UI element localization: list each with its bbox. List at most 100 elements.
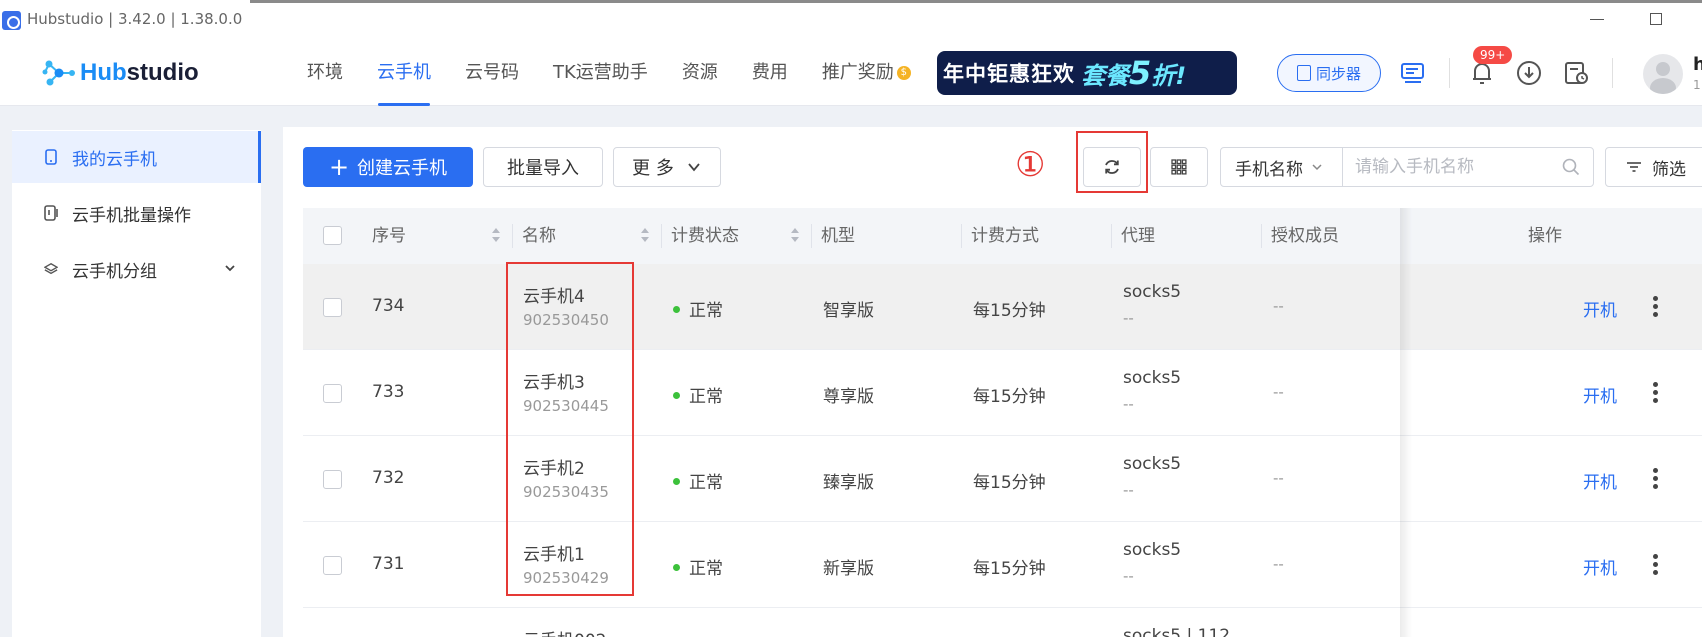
row-model: 智享版 — [823, 301, 874, 321]
column-header-billing-status[interactable]: 计费状态 — [661, 208, 739, 264]
task-history-icon[interactable] — [1562, 59, 1590, 87]
table-row[interactable]: 云手机002 socks5 | 112 — [303, 608, 1702, 637]
sync-icon — [1296, 65, 1311, 81]
column-header-actions: 操作 — [1528, 226, 1562, 246]
create-button-label: 创建云手机 — [357, 158, 448, 179]
sidebar-item-my-phones[interactable]: 我的云手机 — [12, 131, 261, 183]
avatar[interactable] — [1643, 54, 1683, 94]
maximize-icon[interactable] — [1650, 13, 1662, 25]
more-actions-icon[interactable] — [1653, 382, 1658, 404]
chevron-down-icon — [688, 163, 700, 172]
more-button-label: 更 多 — [632, 158, 674, 179]
row-proxy-sub: -- — [1123, 309, 1134, 327]
column-header-model: 机型 — [821, 226, 855, 246]
row-name: 云手机002 — [523, 626, 606, 637]
step-annotation: ① — [1015, 145, 1046, 185]
row-model: 臻享版 — [823, 473, 874, 493]
sort-icon[interactable] — [790, 228, 800, 244]
row-model: 尊享版 — [823, 387, 874, 407]
create-cloud-phone-button[interactable]: + 创建云手机 — [303, 147, 473, 187]
more-actions-icon[interactable] — [1653, 468, 1658, 490]
phone-icon — [45, 149, 57, 165]
row-checkbox[interactable] — [323, 384, 342, 403]
sidebar-item-batch-ops[interactable]: 云手机批量操作 — [12, 187, 261, 239]
sidebar-item-label: 云手机批量操作 — [72, 205, 191, 226]
row-status: 正常 — [673, 382, 723, 407]
filter-button[interactable]: 筛选 — [1605, 147, 1702, 187]
name-column-highlight-box — [506, 262, 634, 596]
chevron-down-icon — [1312, 164, 1322, 171]
sidebar: 我的云手机 云手机批量操作 云手机分组 — [12, 130, 261, 637]
row-proxy: socks5 — [1123, 540, 1182, 560]
row-checkbox[interactable] — [323, 556, 342, 575]
nav-item-fees[interactable]: 费用 — [735, 40, 805, 106]
status-dot-icon — [673, 477, 680, 485]
power-on-link[interactable]: 开机 — [1583, 554, 1617, 579]
sort-icon[interactable] — [491, 228, 501, 244]
more-actions-icon[interactable] — [1653, 554, 1658, 576]
sidebar-item-label: 云手机分组 — [72, 261, 157, 282]
grid-icon — [1171, 159, 1187, 175]
sidebar-item-groups[interactable]: 云手机分组 — [12, 243, 261, 295]
app-icon — [2, 11, 21, 30]
window-titlebar: Hubstudio | 3.42.0 | 1.38.0.0 — [0, 0, 1702, 40]
row-members: -- — [1273, 555, 1284, 573]
row-status: 正常 — [673, 554, 723, 579]
user-name: h — [1693, 54, 1702, 75]
minimize-icon[interactable] — [1590, 19, 1604, 20]
search-icon[interactable] — [1561, 157, 1581, 177]
search-input[interactable] — [1345, 149, 1555, 185]
power-on-link[interactable]: 开机 — [1583, 296, 1617, 321]
search-type-select[interactable]: 手机名称 — [1221, 148, 1343, 186]
row-id: 734 — [372, 296, 405, 316]
sort-icon[interactable] — [640, 228, 650, 244]
grid-view-button[interactable] — [1150, 147, 1208, 187]
download-icon[interactable] — [1515, 59, 1543, 87]
notification-badge: 99+ — [1473, 46, 1513, 64]
import-button-label: 批量导入 — [507, 158, 579, 179]
logo-text: Hubstudio — [80, 59, 199, 86]
promo-banner[interactable]: 年中钜惠狂欢 套餐5折! — [937, 51, 1237, 95]
row-proxy-sub: -- — [1123, 481, 1134, 499]
row-members: -- — [1273, 469, 1284, 487]
row-proxy: socks5 — [1123, 282, 1182, 302]
power-on-link[interactable]: 开机 — [1583, 382, 1617, 407]
column-header-name[interactable]: 名称 — [512, 208, 556, 264]
nav-item-cloud-phone[interactable]: 云手机 — [360, 40, 448, 106]
select-all-checkbox[interactable] — [323, 226, 342, 245]
column-header-proxy: 代理 — [1121, 226, 1155, 246]
power-on-link[interactable]: 开机 — [1583, 468, 1617, 493]
row-billing: 每15分钟 — [973, 559, 1046, 579]
sync-button[interactable]: 同步器 — [1277, 54, 1381, 92]
row-billing: 每15分钟 — [973, 387, 1046, 407]
nav-item-environment[interactable]: 环境 — [290, 40, 360, 106]
batch-import-button[interactable]: 批量导入 — [483, 147, 603, 187]
row-billing: 每15分钟 — [973, 473, 1046, 493]
column-header-members: 授权成员 — [1271, 226, 1339, 246]
column-header-id[interactable]: 序号 — [362, 208, 406, 264]
row-proxy: socks5 — [1123, 368, 1182, 388]
more-actions-icon[interactable] — [1653, 296, 1658, 318]
hubstudio-logo[interactable]: Hubstudio — [42, 58, 199, 88]
nav-item-resources[interactable]: 资源 — [665, 40, 735, 106]
app-header: Hubstudio 环境 云手机 云号码 TK运营助手 资源 费用 推广奖励 $ … — [0, 40, 1702, 106]
logo-mark-icon — [42, 58, 76, 88]
nav-item-cloud-number[interactable]: 云号码 — [448, 40, 536, 106]
nav-item-referral[interactable]: 推广奖励 $ — [805, 40, 928, 106]
promo-offer: 套餐5折! — [1081, 54, 1187, 92]
row-checkbox[interactable] — [323, 298, 342, 317]
more-button[interactable]: 更 多 — [613, 147, 721, 187]
top-nav: 环境 云手机 云号码 TK运营助手 资源 费用 推广奖励 $ — [290, 40, 928, 106]
status-dot-icon — [673, 305, 680, 313]
search-type-label: 手机名称 — [1235, 159, 1303, 180]
status-dot-icon — [673, 563, 680, 571]
row-id: 733 — [372, 382, 405, 402]
monitor-icon[interactable] — [1399, 59, 1427, 87]
row-members: -- — [1273, 297, 1284, 315]
chevron-down-icon[interactable] — [223, 261, 237, 275]
row-id: 732 — [372, 468, 405, 488]
nav-item-tk-assistant[interactable]: TK运营助手 — [536, 40, 665, 106]
row-checkbox[interactable] — [323, 470, 342, 489]
layers-icon — [44, 262, 58, 275]
refresh-highlight-box — [1076, 131, 1148, 193]
